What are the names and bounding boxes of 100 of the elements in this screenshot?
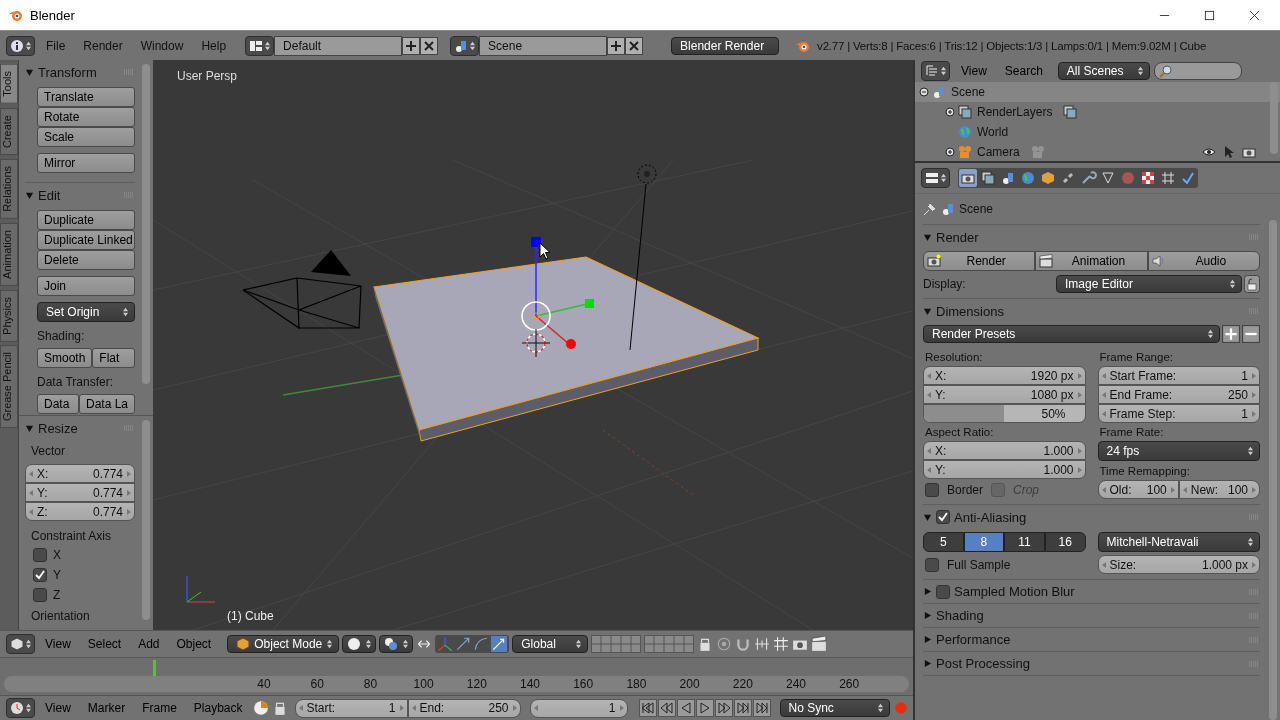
- layers-grid-icon[interactable]: [591, 635, 642, 653]
- sample-count-button[interactable]: 8: [963, 532, 1005, 552]
- add-icon[interactable]: [402, 36, 421, 55]
- playback-control-icon[interactable]: [638, 699, 657, 717]
- playback-control-icon[interactable]: [657, 699, 676, 717]
- panel-title[interactable]: Performance: [936, 632, 1011, 647]
- maximize-icon[interactable]: [1204, 9, 1215, 21]
- checkbox[interactable]: [936, 510, 950, 524]
- checkbox[interactable]: [925, 558, 939, 572]
- panel-title[interactable]: Anti-Aliasing: [954, 509, 1027, 525]
- editor-type-button[interactable]: [921, 168, 950, 188]
- left-arrow-icon[interactable]: [927, 391, 931, 398]
- menu-item[interactable]: Select: [80, 637, 129, 651]
- clapperboard-icon[interactable]: [811, 636, 828, 652]
- shading-dropdown[interactable]: [342, 635, 377, 653]
- panel-title[interactable]: Render: [936, 229, 979, 245]
- right-arrow-icon[interactable]: [1170, 486, 1175, 493]
- number-field[interactable]: Y: 0.774: [25, 483, 135, 502]
- set-origin-dropdown[interactable]: Set Origin: [37, 302, 135, 322]
- magnet-icon[interactable]: [735, 636, 752, 652]
- pointer-arrow-icon[interactable]: [1222, 145, 1236, 159]
- layers-tab-icon[interactable]: [979, 169, 997, 187]
- left-arrow-icon[interactable]: [29, 508, 33, 515]
- orientation-dropdown[interactable]: Global: [512, 635, 589, 653]
- number-field[interactable]: New: 100: [1178, 480, 1260, 499]
- editor-type-button[interactable]: [921, 61, 950, 81]
- disclosure-triangle-icon[interactable]: [923, 635, 932, 644]
- menu-item[interactable]: Search: [997, 64, 1050, 78]
- right-arrow-icon[interactable]: [1252, 372, 1256, 379]
- right-arrow-icon[interactable]: [399, 705, 404, 711]
- menu-item[interactable]: Frame: [135, 701, 184, 715]
- left-arrow-icon[interactable]: [411, 705, 416, 711]
- panel-title[interactable]: Edit: [38, 187, 61, 203]
- number-field[interactable]: Old: 100: [1097, 480, 1179, 499]
- panel-title[interactable]: Post Processing: [936, 656, 1030, 671]
- animation-button[interactable]: Animation: [1035, 251, 1148, 271]
- world-tab-icon[interactable]: [1019, 169, 1037, 187]
- playback-control-icon[interactable]: [733, 699, 752, 717]
- left-arrow-icon[interactable]: [1101, 486, 1106, 493]
- particles-tab-icon[interactable]: [1159, 169, 1177, 187]
- grid-icon[interactable]: [773, 636, 790, 652]
- right-arrow-icon[interactable]: [512, 705, 517, 711]
- checkbox[interactable]: [33, 548, 47, 562]
- menu-item[interactable]: Help: [194, 38, 234, 53]
- right-arrow-icon[interactable]: [1077, 466, 1082, 473]
- camera-icon[interactable]: [1242, 145, 1256, 159]
- scrollbar[interactable]: [142, 420, 150, 620]
- search-field[interactable]: [1153, 62, 1242, 80]
- panel-title[interactable]: Sampled Motion Blur: [954, 584, 1075, 599]
- outliner-row[interactable]: Scene: [915, 82, 1280, 102]
- tool-button[interactable]: Delete: [37, 250, 135, 270]
- number-field[interactable]: X: 1920 px: [923, 366, 1086, 385]
- menu-item[interactable]: View: [954, 64, 994, 78]
- number-field[interactable]: Y: 1080 px: [923, 385, 1086, 404]
- disclosure-triangle-icon[interactable]: [25, 67, 34, 77]
- tool-button[interactable]: Join: [37, 276, 135, 296]
- toolshelf-tab[interactable]: Relations: [0, 158, 18, 219]
- tool-button[interactable]: Scale: [37, 127, 135, 147]
- mode-dropdown[interactable]: Object Mode: [227, 635, 340, 653]
- tool-button[interactable]: Rotate: [37, 107, 135, 127]
- left-arrow-icon[interactable]: [533, 705, 538, 711]
- menu-item[interactable]: View: [38, 637, 78, 651]
- left-arrow-icon[interactable]: [1101, 410, 1106, 417]
- disclosure-triangle-icon[interactable]: [923, 611, 932, 620]
- texture-tab-icon[interactable]: [1139, 169, 1157, 187]
- playback-control-icon[interactable]: [714, 699, 733, 717]
- editor-type-button[interactable]: [6, 698, 35, 718]
- disclosure-triangle-icon[interactable]: [923, 306, 932, 316]
- left-arrow-icon[interactable]: [1182, 486, 1187, 493]
- toolshelf-tab[interactable]: Tools: [0, 64, 18, 104]
- tool-button[interactable]: Duplicate Linked: [37, 230, 135, 250]
- number-field[interactable]: Y: 1.000: [923, 460, 1086, 479]
- current-frame-field[interactable]: 1: [529, 698, 628, 718]
- sample-count-button[interactable]: 16: [1044, 532, 1086, 552]
- tool-button[interactable]: Smooth: [37, 348, 93, 368]
- render-presets-dropdown[interactable]: Render Presets: [923, 325, 1220, 343]
- image-stack-icon[interactable]: [1063, 105, 1078, 119]
- menu-item[interactable]: Render: [76, 38, 130, 53]
- right-arrow-icon[interactable]: [1077, 391, 1082, 398]
- scene-selector[interactable]: [450, 35, 480, 56]
- number-field[interactable]: X: 1.000: [923, 441, 1086, 460]
- checkbox[interactable]: [33, 568, 47, 582]
- playback-control-icon[interactable]: [676, 699, 695, 717]
- sync-dropdown[interactable]: No Sync: [779, 699, 890, 717]
- right-arrow-icon[interactable]: [1252, 410, 1256, 417]
- left-arrow-icon[interactable]: [927, 447, 931, 454]
- right-arrow-icon[interactable]: [1077, 447, 1082, 454]
- disclosure-triangle-icon[interactable]: [25, 423, 34, 433]
- disclosure-triangle-icon[interactable]: [923, 512, 932, 522]
- left-arrow-icon[interactable]: [927, 466, 931, 473]
- playback-control-icon[interactable]: [752, 699, 771, 717]
- right-arrow-icon[interactable]: [127, 489, 131, 496]
- tool-button[interactable]: Translate: [37, 87, 135, 107]
- right-arrow-icon[interactable]: [1252, 391, 1256, 398]
- editor-type-button[interactable]: [6, 634, 35, 654]
- menu-item[interactable]: Add: [131, 637, 167, 651]
- editor-type-button[interactable]: [6, 35, 35, 56]
- menu-item[interactable]: Object: [169, 637, 219, 651]
- current-frame-marker[interactable]: [153, 660, 156, 676]
- percentage-slider[interactable]: 50%: [923, 404, 1086, 423]
